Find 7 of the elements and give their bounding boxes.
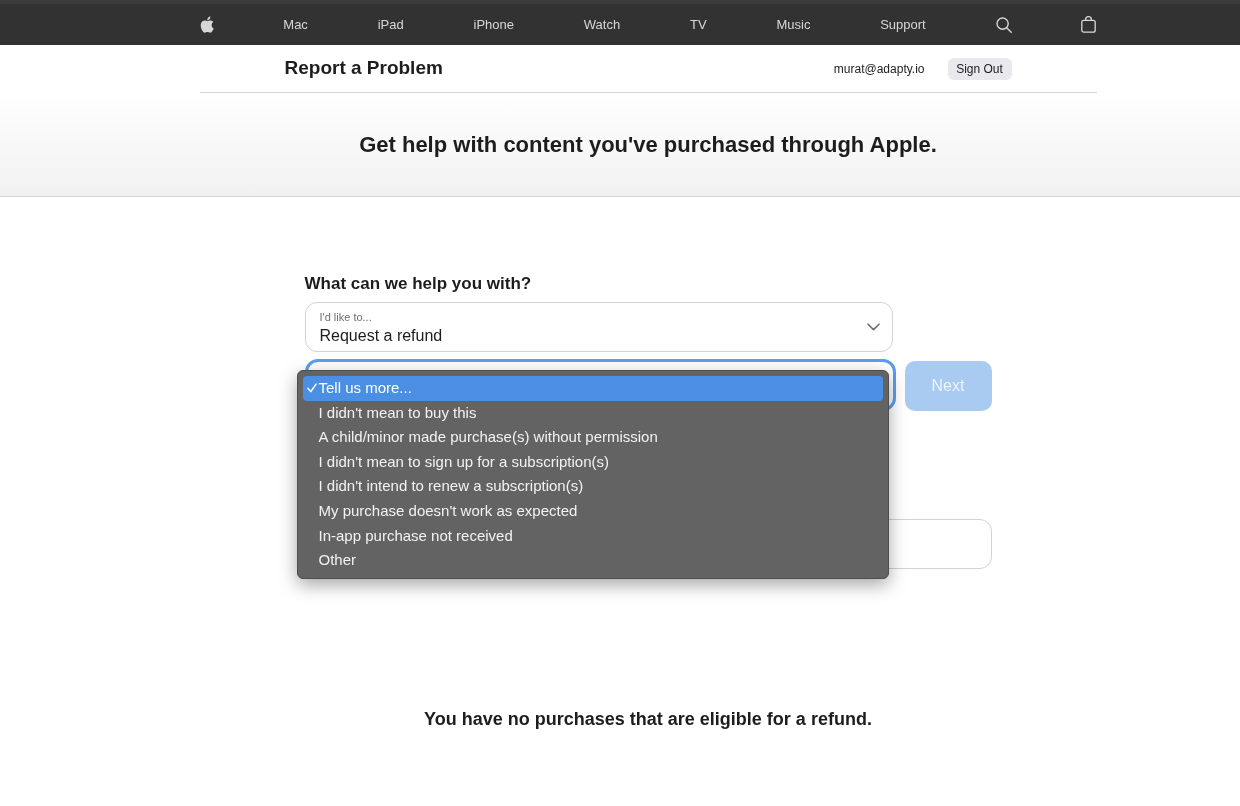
page-title: Report a Problem [284,56,443,81]
form-question: What can we help you with? [304,274,533,294]
no-purchases-message: You have no purchases that are eligible for a refund. [423,708,873,730]
account-email: murat@adapty.io [833,60,925,78]
hero-heading: Get help with content you've purchased through Apple. [359,131,937,159]
select-label: I'd like to... [319,311,373,324]
select-value: Request a refund [319,326,443,346]
